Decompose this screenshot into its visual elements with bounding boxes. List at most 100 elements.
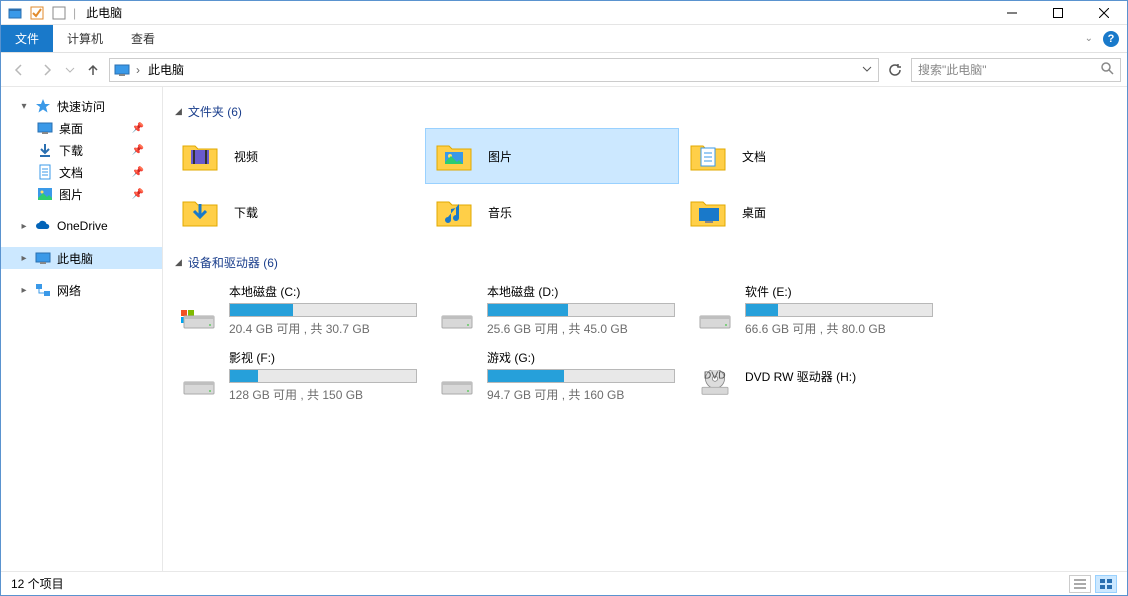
minimize-button[interactable] [989,1,1035,25]
drive-subtext: 66.6 GB 可用 , 共 80.0 GB [745,320,933,337]
drive-tile[interactable]: DVDDVD RW 驱动器 (H:) [687,345,941,407]
expand-icon[interactable]: ▸ [19,253,29,264]
network-icon [35,282,51,298]
folder-label: 文档 [742,148,766,165]
drive-tile[interactable]: 本地磁盘 (C:)20.4 GB 可用 , 共 30.7 GB [171,279,425,341]
tree-item[interactable]: 下载📌 [1,139,162,161]
tree-item-onedrive[interactable]: ▸ OneDrive [1,215,162,237]
view-details-button[interactable] [1069,575,1091,593]
chevron-right-icon[interactable]: › [134,63,142,77]
this-pc-icon [35,250,51,266]
pin-icon: 📌 [132,189,144,200]
group-header-drives[interactable]: ◢ 设备和驱动器 (6) [171,254,1119,271]
drive-subtext: 20.4 GB 可用 , 共 30.7 GB [229,320,417,337]
maximize-button[interactable] [1035,1,1081,25]
drive-usage-bar [745,303,933,317]
refresh-button[interactable] [883,58,907,82]
tree-item-this-pc[interactable]: ▸ 此电脑 [1,247,162,269]
drive-usage-bar [229,303,417,317]
search-box[interactable] [911,58,1121,82]
folder-tile[interactable]: 视频 [171,128,425,184]
tree-item[interactable]: 桌面📌 [1,117,162,139]
address-box[interactable]: › 此电脑 [109,58,879,82]
tree-label: 下载 [59,142,83,159]
folder-label: 视频 [234,148,258,165]
drive-subtext: 94.7 GB 可用 , 共 160 GB [487,386,675,403]
desktop-icon [37,120,53,136]
body: ▾ 快速访问 桌面📌下载📌文档📌 图片 📌 ▸ OneDrive ▸ 此电脑 ▸ 网… [1,87,1127,571]
tree-item-network[interactable]: ▸ 网络 [1,279,162,301]
folder-icon [180,136,220,176]
help-icon[interactable]: ? [1103,31,1119,47]
drive-tile[interactable]: 游戏 (G:) 94.7 GB 可用 , 共 160 GB [429,345,683,407]
expand-icon[interactable]: ▸ [19,285,29,296]
search-icon[interactable] [1100,61,1114,78]
this-pc-icon [114,62,130,78]
nav-forward-button[interactable] [35,58,59,82]
drive-tile[interactable]: 本地磁盘 (D:)25.6 GB 可用 , 共 45.0 GB [429,279,683,341]
folder-tile[interactable]: 图片 [425,128,679,184]
folder-tile[interactable]: 文档 [679,128,933,184]
group-title: 设备和驱动器 (6) [188,254,278,271]
collapse-icon[interactable]: ◢ [175,106,182,117]
tree-label: 图片 [59,186,83,203]
expand-icon[interactable]: ▸ [19,221,29,232]
drive-icon: DVD [695,356,735,396]
title-bar: | 此电脑 [1,1,1127,25]
ribbon-tab-file[interactable]: 文件 [1,25,53,52]
window-title: 此电脑 [86,4,122,21]
qat-item[interactable] [29,5,45,21]
breadcrumb-segment[interactable]: 此电脑 [146,61,186,78]
folder-tile[interactable]: 下载 [171,184,425,240]
tree-label: 网络 [57,282,81,299]
drive-label: 软件 (E:) [745,283,933,300]
drive-usage-bar [487,303,675,317]
documents-icon [37,164,53,180]
drive-tile[interactable]: 软件 (E:) 66.6 GB 可用 , 共 80.0 GB [687,279,941,341]
ribbon-expand-icon[interactable]: ⌄ [1085,33,1093,44]
drive-icon [437,290,477,330]
drive-tile[interactable]: 影视 (F:) 128 GB 可用 , 共 150 GB [171,345,425,407]
qat-divider: | [73,6,76,20]
status-bar: 12 个项目 [1,571,1127,595]
folder-label: 音乐 [488,204,512,221]
folder-label: 桌面 [742,204,766,221]
tree-item[interactable]: 图片 📌 [1,183,162,205]
nav-back-button[interactable] [7,58,31,82]
svg-text:DVD: DVD [704,371,726,382]
nav-up-button[interactable] [81,58,105,82]
quick-access-toolbar: | [1,5,76,21]
drive-subtext: 128 GB 可用 , 共 150 GB [229,386,417,403]
tree-label: 此电脑 [57,250,93,267]
window-controls [989,1,1127,25]
address-dropdown-icon[interactable] [856,63,878,77]
expand-icon[interactable]: ▾ [19,101,29,112]
search-input[interactable] [918,63,1088,77]
tree-item[interactable]: 文档📌 [1,161,162,183]
folder-label: 下载 [234,204,258,221]
close-button[interactable] [1081,1,1127,25]
drive-label: 游戏 (G:) [487,349,675,366]
folder-icon [180,192,220,232]
drive-icon [179,290,219,330]
folder-tile[interactable]: 音乐 [425,184,679,240]
navigation-pane: ▾ 快速访问 桌面📌下载📌文档📌 图片 📌 ▸ OneDrive ▸ 此电脑 ▸ 网… [1,87,163,571]
group-header-folders[interactable]: ◢ 文件夹 (6) [171,103,1119,120]
folder-icon [434,136,474,176]
tree-item-quick-access[interactable]: ▾ 快速访问 [1,95,162,117]
nav-recent-dropdown[interactable] [63,58,77,82]
drive-label: 本地磁盘 (D:) [487,283,675,300]
view-tiles-button[interactable] [1095,575,1117,593]
address-bar-row: › 此电脑 [1,53,1127,87]
ribbon-tab-view[interactable]: 查看 [117,25,169,52]
drive-label: 影视 (F:) [229,349,417,366]
group-title: 文件夹 (6) [188,103,242,120]
app-icon [7,5,23,21]
drive-icon [179,356,219,396]
qat-item[interactable] [51,5,67,21]
tree-label: 快速访问 [57,98,105,115]
ribbon-tab-computer[interactable]: 计算机 [53,25,117,52]
tree-label: OneDrive [57,219,108,233]
collapse-icon[interactable]: ◢ [175,257,182,268]
folder-tile[interactable]: 桌面 [679,184,933,240]
